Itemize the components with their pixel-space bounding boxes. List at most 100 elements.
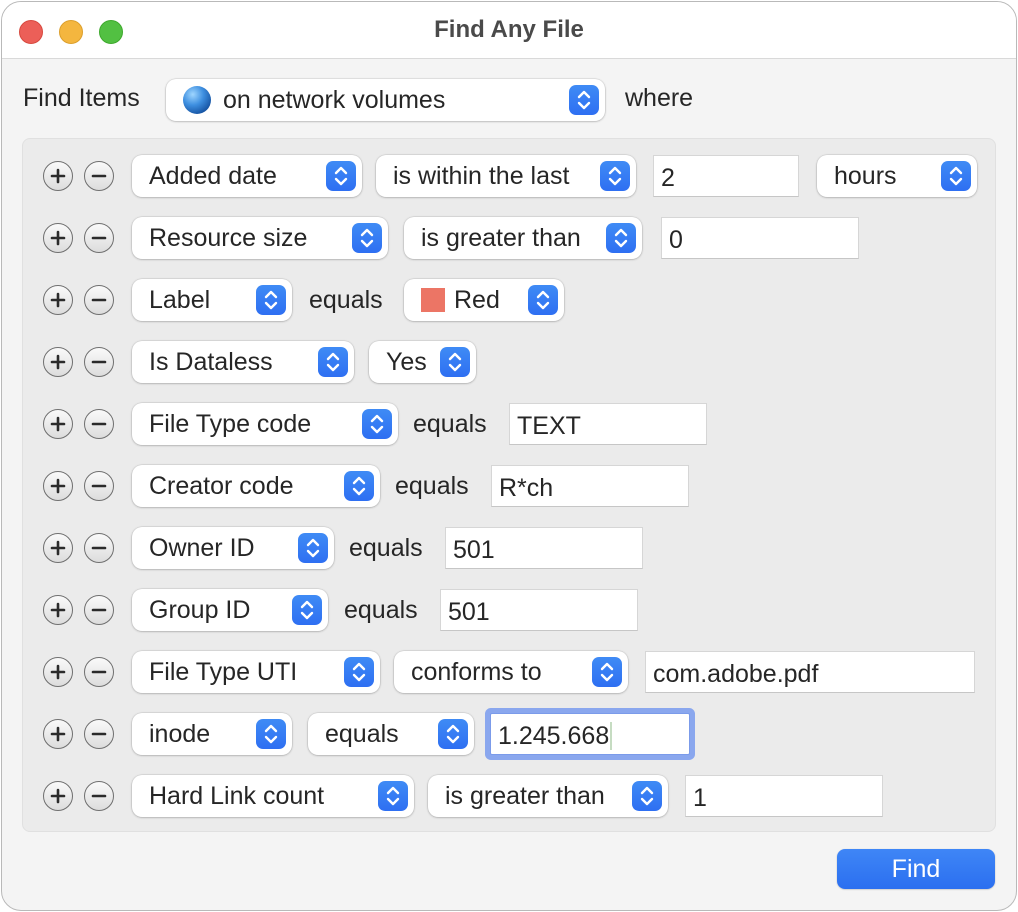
attribute-popup-value: Hard Link count — [149, 781, 325, 810]
unit-popup[interactable]: hours — [817, 155, 977, 197]
attribute-popup[interactable]: Group ID — [132, 589, 328, 631]
add-criterion-button[interactable] — [43, 409, 73, 439]
value-field[interactable]: 1.245.668 — [490, 713, 690, 755]
attribute-popup[interactable]: Label — [132, 279, 292, 321]
operator-popup-value: conforms to — [411, 657, 542, 686]
add-criterion-button[interactable] — [43, 223, 73, 253]
window-title: Find Any File — [434, 16, 584, 43]
value-popup[interactable]: Yes — [369, 341, 476, 383]
where-label: where — [625, 84, 694, 112]
remove-criterion-button[interactable] — [84, 595, 114, 625]
popup-stepper-icon — [256, 285, 286, 315]
plus-icon — [49, 787, 67, 805]
scope-popup[interactable]: on network volumes — [166, 79, 605, 121]
add-criterion-button[interactable] — [43, 533, 73, 563]
attribute-popup-value: Label — [149, 285, 211, 314]
add-criterion-button[interactable] — [43, 347, 73, 377]
add-criterion-button[interactable] — [43, 719, 73, 749]
popup-stepper-icon — [606, 223, 636, 253]
operator-popup[interactable]: equals — [308, 713, 474, 755]
value-field-text: 0 — [669, 225, 683, 254]
add-criterion-button[interactable] — [43, 285, 73, 315]
value-field[interactable]: 2 — [653, 155, 799, 197]
minus-icon — [90, 787, 108, 805]
value-field[interactable]: 1 — [685, 775, 883, 817]
attribute-popup[interactable]: Added date — [132, 155, 362, 197]
value-field[interactable]: TEXT — [509, 403, 707, 445]
operator-popup[interactable]: conforms to — [394, 651, 628, 693]
operator-popup[interactable]: is greater than — [428, 775, 668, 817]
value-field-text: 501 — [453, 535, 495, 564]
value-field-text: 1.245.668 — [498, 721, 610, 750]
operator-popup[interactable]: is greater than — [404, 217, 642, 259]
remove-criterion-button[interactable] — [84, 347, 114, 377]
attribute-popup[interactable]: File Type code — [132, 403, 398, 445]
plus-icon — [49, 415, 67, 433]
attribute-popup[interactable]: inode — [132, 713, 292, 755]
add-criterion-button[interactable] — [43, 781, 73, 811]
minus-icon — [90, 663, 108, 681]
remove-criterion-button[interactable] — [84, 223, 114, 253]
attribute-popup[interactable]: Hard Link count — [132, 775, 414, 817]
add-criterion-button[interactable] — [43, 471, 73, 501]
attribute-popup[interactable]: Creator code — [132, 465, 380, 507]
plus-icon — [49, 229, 67, 247]
value-field[interactable]: 0 — [661, 217, 859, 259]
attribute-popup[interactable]: Owner ID — [132, 527, 334, 569]
attribute-popup[interactable]: Is Dataless — [132, 341, 354, 383]
attribute-popup-value: Added date — [149, 161, 277, 190]
plus-icon — [49, 725, 67, 743]
find-items-label: Find Items — [23, 84, 140, 112]
minus-icon — [90, 353, 108, 371]
operator-label: equals — [395, 472, 469, 500]
popup-stepper-icon — [941, 161, 971, 191]
popup-stepper-icon — [362, 409, 392, 439]
value-field[interactable]: 501 — [440, 589, 638, 631]
popup-stepper-icon — [440, 347, 470, 377]
remove-criterion-button[interactable] — [84, 161, 114, 191]
value-field-text: R*ch — [499, 473, 554, 502]
remove-criterion-button[interactable] — [84, 657, 114, 687]
value-popup[interactable]: Red — [404, 279, 564, 321]
remove-criterion-button[interactable] — [84, 409, 114, 439]
minus-icon — [90, 167, 108, 185]
operator-label: equals — [344, 596, 418, 624]
operator-popup-value: is within the last — [393, 161, 570, 190]
value-field-text: 2 — [661, 163, 675, 192]
popup-stepper-icon — [528, 285, 558, 315]
popup-stepper-icon — [256, 719, 286, 749]
remove-criterion-button[interactable] — [84, 533, 114, 563]
minus-icon — [90, 477, 108, 495]
minus-icon — [90, 415, 108, 433]
attribute-popup-value: Creator code — [149, 471, 294, 500]
operator-label: equals — [349, 534, 423, 562]
operator-popup[interactable]: is within the last — [376, 155, 636, 197]
plus-icon — [49, 167, 67, 185]
popup-stepper-icon — [318, 347, 348, 377]
attribute-popup[interactable]: Resource size — [132, 217, 388, 259]
value-popup-text: Red — [454, 285, 500, 314]
remove-criterion-button[interactable] — [84, 781, 114, 811]
add-criterion-button[interactable] — [43, 657, 73, 687]
remove-criterion-button[interactable] — [84, 285, 114, 315]
add-criterion-button[interactable] — [43, 161, 73, 191]
minus-icon — [90, 539, 108, 557]
minus-icon — [90, 291, 108, 309]
operator-popup-value: is greater than — [421, 223, 581, 252]
value-field[interactable]: 501 — [445, 527, 643, 569]
remove-criterion-button[interactable] — [84, 471, 114, 501]
value-field[interactable]: com.adobe.pdf — [645, 651, 975, 693]
value-field[interactable]: R*ch — [491, 465, 689, 507]
label-color-swatch-icon — [421, 288, 445, 312]
remove-criterion-button[interactable] — [84, 719, 114, 749]
value-field-text: 1 — [693, 783, 707, 812]
operator-label: equals — [309, 286, 383, 314]
attribute-popup-value: inode — [149, 719, 211, 748]
value-popup-text: Yes — [386, 347, 427, 376]
add-criterion-button[interactable] — [43, 595, 73, 625]
popup-stepper-icon — [438, 719, 468, 749]
attribute-popup[interactable]: File Type UTI — [132, 651, 380, 693]
popup-stepper-icon — [326, 161, 356, 191]
find-button[interactable]: Find — [837, 849, 995, 889]
unit-popup-value: hours — [834, 161, 897, 190]
